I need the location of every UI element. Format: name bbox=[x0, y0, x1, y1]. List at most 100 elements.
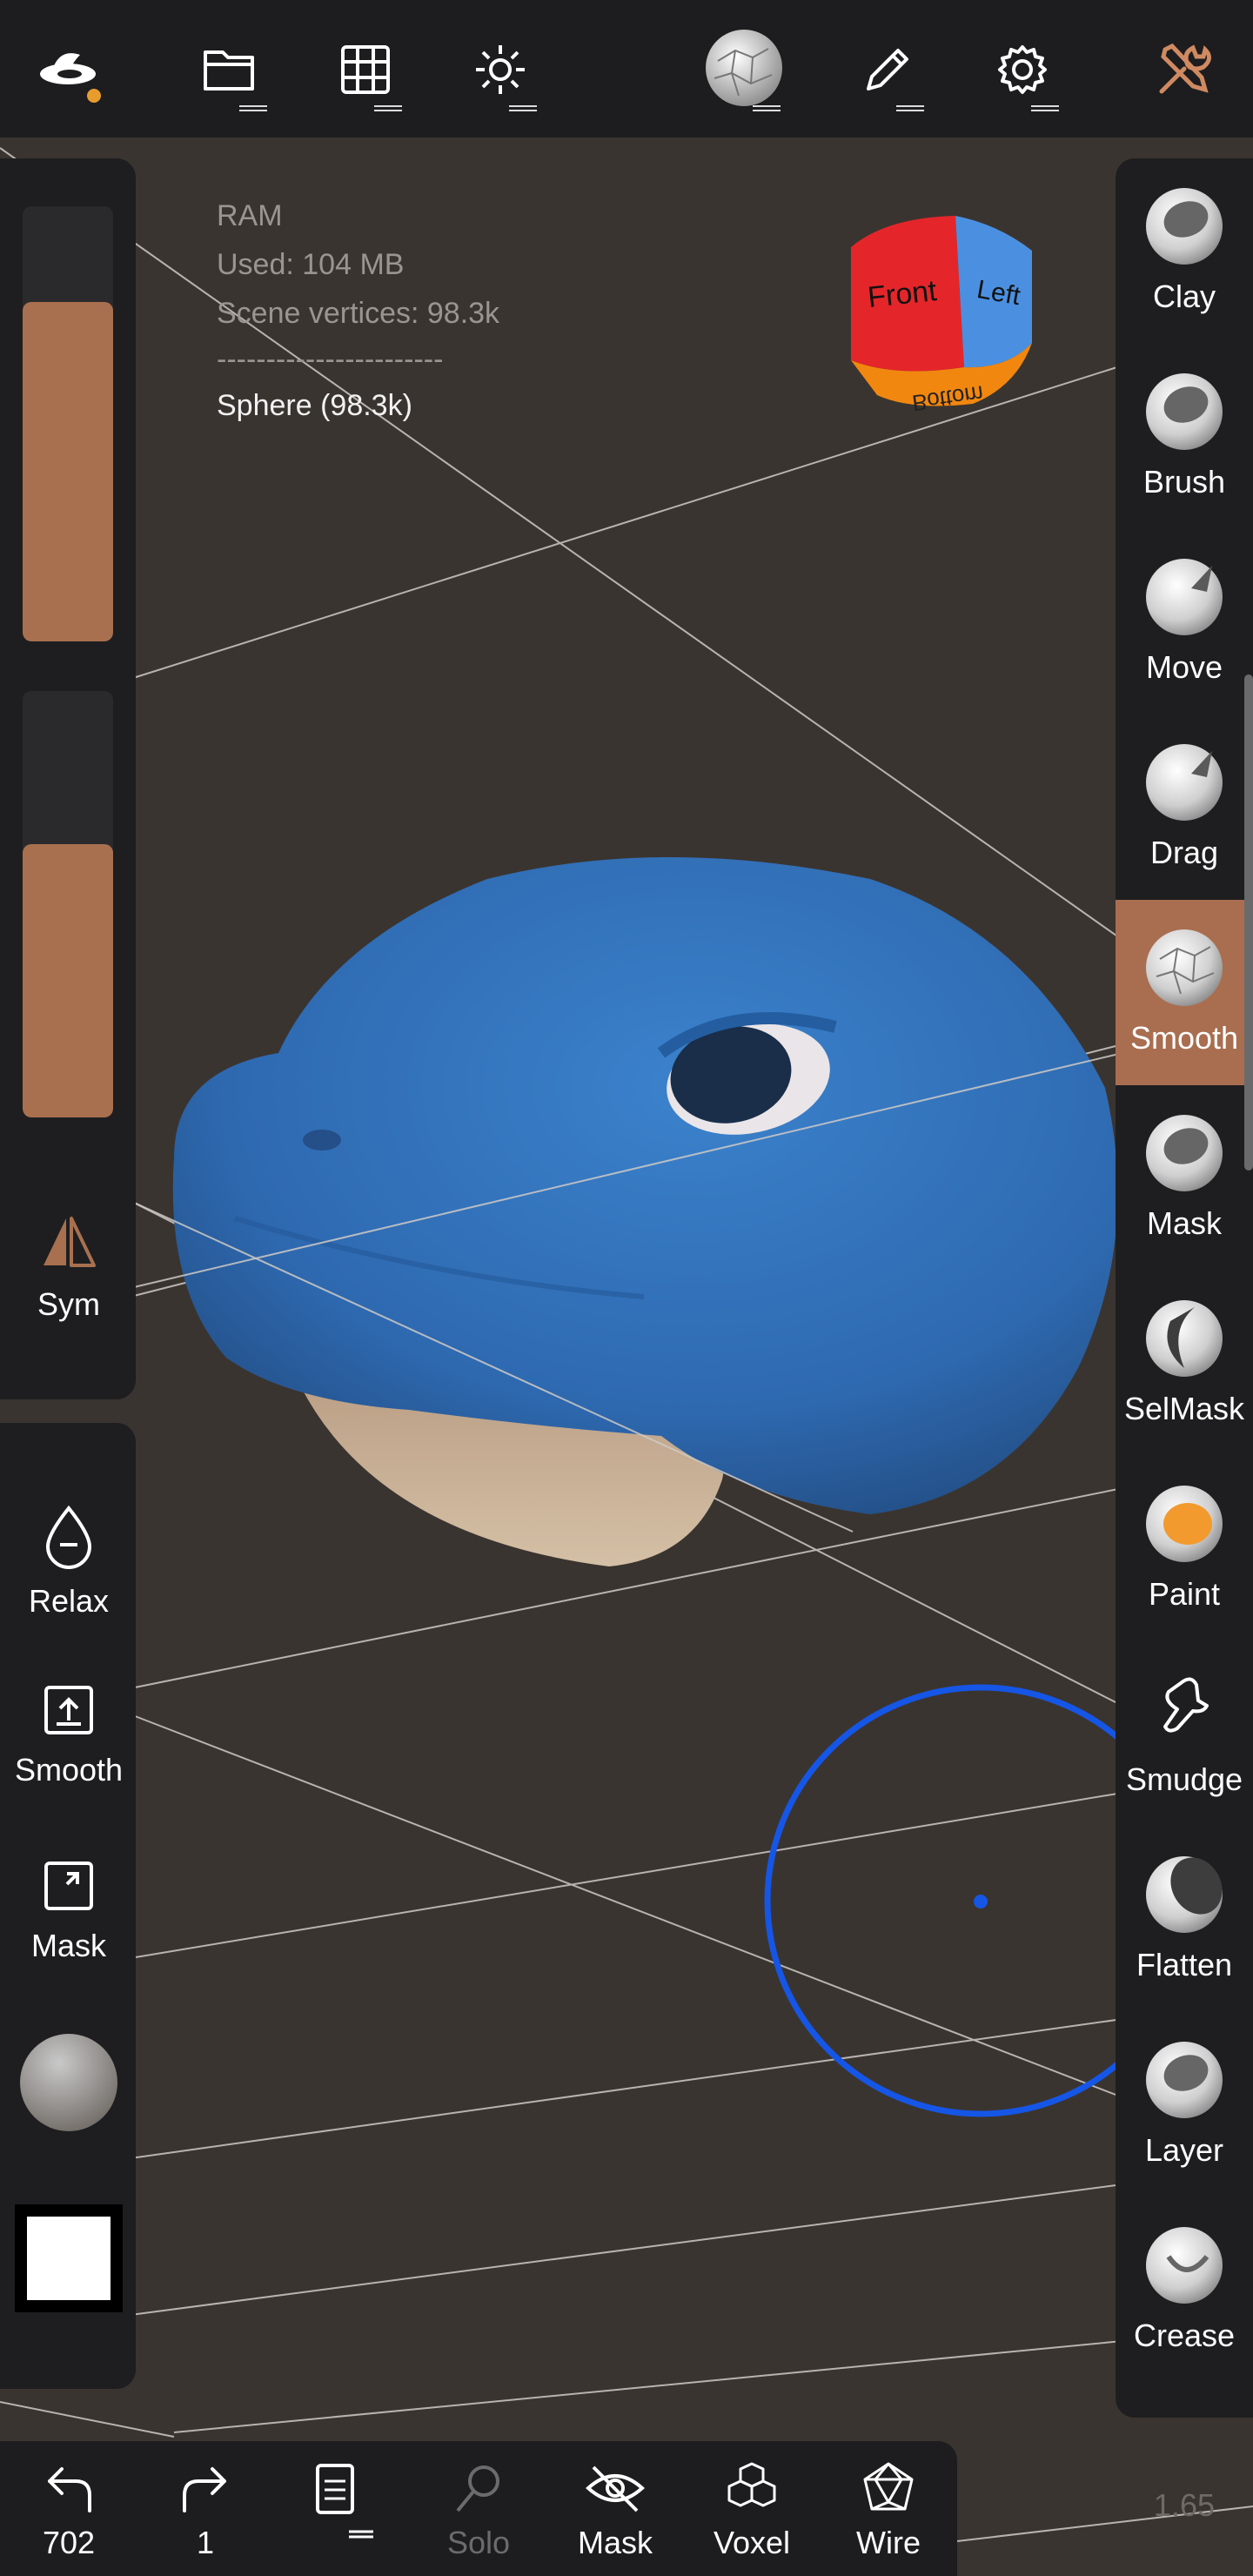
radius-slider-fill bbox=[23, 302, 113, 641]
view-cube-icon: Front Left Bottom bbox=[851, 216, 1032, 416]
tool-label: SelMask bbox=[1123, 1391, 1245, 1426]
stroke-button[interactable] bbox=[844, 26, 931, 113]
move-icon bbox=[1146, 559, 1223, 635]
document-stack-icon bbox=[316, 2464, 373, 2539]
wireframe-label: Wire bbox=[856, 2525, 921, 2560]
mask-action-label: Mask bbox=[30, 1928, 106, 1963]
tool-layer[interactable]: Layer bbox=[1116, 2012, 1253, 2197]
selmask-icon bbox=[1146, 1300, 1223, 1377]
wrench-screwdriver-icon bbox=[1159, 43, 1211, 94]
material-sphere-icon bbox=[20, 2034, 117, 2131]
intensity-slider[interactable] bbox=[23, 691, 113, 1117]
tool-flatten[interactable]: Flatten bbox=[1116, 1827, 1253, 2012]
smooth-action-label: Smooth bbox=[14, 1752, 124, 1788]
mask-icon bbox=[1146, 1115, 1223, 1191]
search-icon bbox=[456, 2465, 499, 2512]
submenu-indicator bbox=[509, 105, 537, 111]
tool-smudge[interactable]: Smudge bbox=[1116, 1641, 1253, 1827]
crease-icon bbox=[1146, 2227, 1223, 2304]
redo-button[interactable]: 1 bbox=[140, 2460, 271, 2561]
left-actions-panel: Relax Smooth Mask bbox=[0, 1423, 136, 2389]
drop-icon bbox=[45, 1505, 92, 1569]
smooth-action-button[interactable]: Smooth bbox=[0, 1682, 137, 1788]
color-button[interactable] bbox=[0, 2204, 137, 2312]
submenu-indicator bbox=[239, 105, 267, 111]
scene-button[interactable] bbox=[322, 26, 409, 113]
tool-move[interactable]: Move bbox=[1116, 529, 1253, 714]
drag-icon bbox=[1146, 744, 1223, 821]
scene-info: RAM Used: 104 MB Scene vertices: 98.3k -… bbox=[217, 191, 499, 430]
tool-mask[interactable]: Mask bbox=[1116, 1085, 1253, 1271]
tool-clay[interactable]: Clay bbox=[1116, 158, 1253, 344]
files-button[interactable] bbox=[187, 26, 274, 113]
tools-panel: Clay Brush Move Drag Smooth Mask SelMask Paint S… bbox=[1116, 158, 1253, 2418]
tool-paint[interactable]: Paint bbox=[1116, 1456, 1253, 1641]
tools-menu-button[interactable] bbox=[1140, 26, 1227, 113]
left-sliders-panel: Sym bbox=[0, 158, 136, 1399]
tool-label: Mask bbox=[1146, 1205, 1222, 1241]
tool-selmask[interactable]: SelMask bbox=[1116, 1271, 1253, 1456]
relax-button[interactable]: Relax bbox=[0, 1503, 137, 1620]
sculpt-viewport[interactable] bbox=[0, 0, 1253, 2576]
flatten-icon bbox=[1146, 1856, 1223, 1933]
brush-center-dot bbox=[974, 1895, 988, 1909]
tool-label: Layer bbox=[1144, 2132, 1224, 2168]
voxel-button[interactable]: Voxel bbox=[687, 2460, 817, 2561]
wireframe-icon bbox=[863, 2462, 914, 2511]
tools-scrollbar[interactable] bbox=[1244, 674, 1253, 1171]
tool-label: Paint bbox=[1148, 1576, 1221, 1612]
tool-label: Smooth bbox=[1129, 1020, 1239, 1056]
settings-button[interactable] bbox=[979, 26, 1066, 113]
undo-icon bbox=[48, 2467, 91, 2512]
solo-button[interactable]: Solo bbox=[413, 2460, 544, 2561]
upload-box-icon bbox=[44, 1686, 93, 1734]
expand-box-icon bbox=[44, 1862, 93, 1910]
eye-off-icon bbox=[586, 2465, 645, 2512]
tool-label: Brush bbox=[1142, 464, 1226, 500]
redo-count: 1 bbox=[196, 2525, 215, 2560]
radius-slider[interactable] bbox=[23, 206, 113, 641]
version-label: 1.65 bbox=[1153, 2487, 1215, 2523]
solo-label: Solo bbox=[446, 2525, 511, 2560]
current-tool-button[interactable] bbox=[700, 26, 787, 113]
scene-vertices: Scene vertices: 98.3k bbox=[217, 297, 500, 330]
wireframe-button[interactable]: Wire bbox=[823, 2460, 954, 2561]
tool-label: Move bbox=[1145, 649, 1223, 685]
mask-visibility-button[interactable]: Mask bbox=[550, 2460, 680, 2561]
symmetry-label: Sym bbox=[37, 1286, 100, 1322]
paint-icon bbox=[1146, 1486, 1223, 1562]
layers-button[interactable] bbox=[277, 2460, 407, 2547]
mask-visibility-label: Mask bbox=[577, 2525, 653, 2560]
tool-label: Clay bbox=[1152, 278, 1216, 314]
tool-label: Crease bbox=[1133, 2318, 1236, 2353]
relax-label: Relax bbox=[28, 1583, 110, 1619]
tool-drag[interactable]: Drag bbox=[1116, 714, 1253, 900]
lighting-button[interactable] bbox=[457, 26, 544, 113]
smudge-icon bbox=[1163, 1677, 1209, 1733]
sculpted-head-model bbox=[172, 857, 1118, 1566]
undo-count: 702 bbox=[42, 2525, 96, 2560]
tool-label: Smudge bbox=[1125, 1761, 1243, 1797]
undo-button[interactable]: 702 bbox=[3, 2460, 134, 2561]
material-button[interactable] bbox=[0, 2032, 137, 2133]
folder-icon bbox=[204, 50, 254, 91]
color-swatch bbox=[15, 2204, 123, 2312]
notification-dot bbox=[87, 89, 101, 103]
tool-crease[interactable]: Crease bbox=[1116, 2197, 1253, 2383]
submenu-indicator bbox=[1031, 105, 1059, 111]
clay-icon bbox=[1146, 188, 1223, 265]
mask-action-button[interactable]: Mask bbox=[0, 1858, 137, 1964]
gear-icon bbox=[998, 45, 1047, 94]
object-name: Sphere (98.3k) bbox=[217, 389, 412, 422]
tool-smooth[interactable]: Smooth bbox=[1116, 900, 1253, 1085]
cubes-icon bbox=[727, 2462, 776, 2507]
submenu-indicator bbox=[753, 105, 781, 111]
app-logo-button[interactable] bbox=[26, 26, 113, 113]
tool-brush[interactable]: Brush bbox=[1116, 344, 1253, 529]
layer-icon bbox=[1146, 2042, 1223, 2118]
grid-icon bbox=[341, 45, 390, 94]
symmetry-button[interactable]: Sym bbox=[0, 1211, 137, 1323]
view-cube[interactable]: Front Left Bottom bbox=[842, 212, 1039, 416]
top-toolbar bbox=[0, 0, 1253, 138]
redo-icon bbox=[183, 2467, 226, 2512]
